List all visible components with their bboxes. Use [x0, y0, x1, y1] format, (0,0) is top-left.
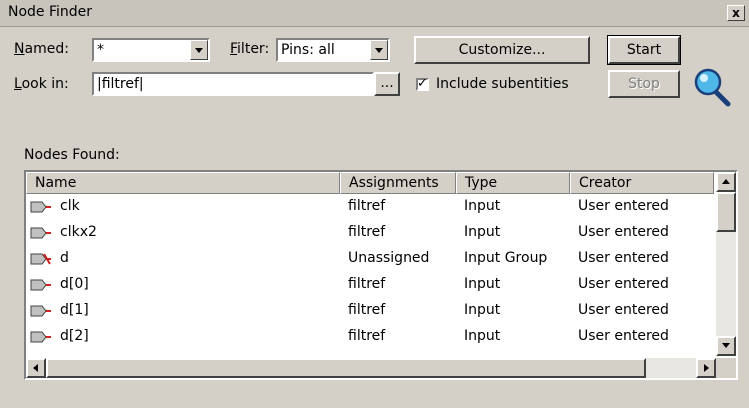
cell-creator: User entered [578, 198, 669, 214]
look-in-field[interactable]: |filtref| [92, 72, 374, 96]
filter-label: Filter: [230, 41, 270, 57]
look-in-label-rest: ook in: [21, 76, 69, 92]
look-in-value: |filtref| [97, 76, 144, 92]
cell-creator: User entered [578, 328, 669, 344]
filter-dropdown-arrow-icon[interactable] [370, 40, 388, 60]
column-header-assignments[interactable]: Assignments [340, 172, 456, 194]
cell-name: d[0] [60, 276, 89, 292]
scroll-right-button[interactable] [696, 358, 716, 378]
table-row[interactable]: clkx2 filtref Input User entered [26, 220, 714, 246]
cell-name: clkx2 [60, 224, 97, 240]
cell-type: Input [464, 198, 501, 214]
cell-type: Input [464, 328, 501, 344]
column-header-creator[interactable]: Creator [570, 172, 714, 194]
checkmark-icon: ✓ [417, 76, 428, 91]
cell-type: Input [464, 276, 501, 292]
window-title: Node Finder [8, 4, 93, 20]
filter-value: Pins: all [281, 42, 335, 58]
vertical-scroll-thumb[interactable] [716, 192, 736, 232]
input-pin-icon [30, 201, 51, 213]
table-row[interactable]: d[1] filtref Input User entered [26, 298, 714, 324]
horizontal-scrollbar[interactable] [26, 358, 716, 378]
look-in-label: Look in: [14, 76, 69, 92]
include-subentities-checkbox[interactable]: ✓ [416, 76, 429, 91]
column-header-type[interactable]: Type [456, 172, 570, 194]
nodes-found-label: Nodes Found: [24, 147, 120, 163]
browse-button[interactable]: ... [374, 72, 400, 96]
named-value: * [97, 42, 104, 58]
close-button[interactable]: x [727, 5, 745, 21]
cell-creator: User entered [578, 302, 669, 318]
cell-assignments: filtref [348, 328, 386, 344]
filter-label-rest: ilter: [237, 41, 270, 57]
column-header-name[interactable]: Name [26, 172, 340, 194]
named-label-rest: amed: [24, 41, 69, 57]
cell-name: d[2] [60, 328, 89, 344]
cell-type: Input Group [464, 250, 548, 266]
input-pin-icon [30, 331, 51, 343]
scroll-up-button[interactable] [716, 172, 736, 192]
cell-name: d [60, 250, 69, 266]
scroll-left-button[interactable] [26, 358, 46, 378]
filter-combobox[interactable]: Pins: all [276, 38, 390, 62]
input-group-pin-icon [30, 253, 51, 265]
cell-type: Input [464, 224, 501, 240]
scrollbar-corner [716, 358, 736, 378]
cell-assignments: Unassigned [348, 250, 430, 266]
start-button[interactable]: Start [607, 35, 681, 65]
nodes-list[interactable]: Name Assignments Type Creator clk filtref… [24, 170, 738, 380]
magnifier-icon [694, 68, 731, 107]
cell-assignments: filtref [348, 198, 386, 214]
cell-name: d[1] [60, 302, 89, 318]
cell-creator: User entered [578, 250, 669, 266]
table-row[interactable]: clk filtref Input User entered [26, 194, 714, 220]
cell-name: clk [60, 198, 80, 214]
cell-type: Input [464, 302, 501, 318]
vertical-scrollbar[interactable] [716, 172, 736, 356]
table-row[interactable]: d Unassigned Input Group User entered [26, 246, 714, 272]
customize-button[interactable]: Customize... [414, 36, 590, 64]
cell-assignments: filtref [348, 224, 386, 240]
table-header: Name Assignments Type Creator [26, 172, 714, 194]
named-label: Named: [14, 41, 69, 57]
named-dropdown-arrow-icon[interactable] [190, 40, 208, 60]
table-row[interactable]: d[0] filtref Input User entered [26, 272, 714, 298]
named-combobox[interactable]: * [92, 38, 210, 62]
input-pin-icon [30, 279, 51, 291]
include-subentities-label[interactable]: Include subentities [436, 76, 569, 92]
table-row[interactable]: d[2] filtref Input User entered [26, 324, 714, 350]
cell-creator: User entered [578, 224, 669, 240]
input-pin-icon [30, 227, 51, 239]
input-pin-icon [30, 305, 51, 317]
cell-creator: User entered [578, 276, 669, 292]
horizontal-scroll-thumb[interactable] [46, 358, 646, 378]
scroll-down-button[interactable] [716, 336, 736, 356]
title-bar: Node Finder x [0, 0, 749, 27]
stop-button[interactable]: Stop [608, 70, 680, 98]
cell-assignments: filtref [348, 302, 386, 318]
cell-assignments: filtref [348, 276, 386, 292]
